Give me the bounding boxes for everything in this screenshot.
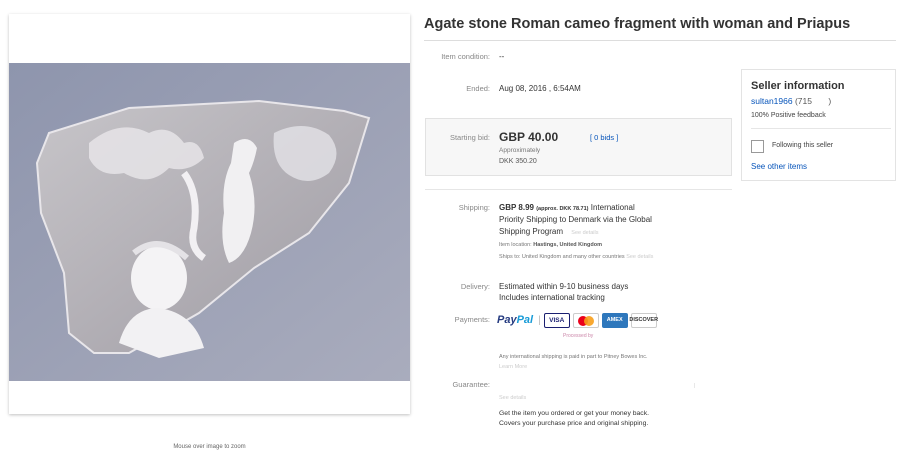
item-location: Item location: Hastings, United Kingdom xyxy=(499,240,602,250)
shipping-line-3: Shipping Program See details xyxy=(499,227,599,238)
seller-name-line: sultan1966 (715 ) xyxy=(751,96,831,106)
visa-icon: VISA xyxy=(543,312,570,328)
follow-seller-checkbox[interactable] xyxy=(751,140,764,153)
item-location-value: Hastings, United Kingdom xyxy=(533,242,602,248)
title-divider xyxy=(424,40,896,41)
zoom-hint: Mouse over image to zoom xyxy=(173,444,246,450)
seller-score-close: ) xyxy=(828,96,832,106)
shipping-text-1: International xyxy=(590,203,635,212)
mastercard-icon xyxy=(572,312,599,328)
shipping-text-2: Priority Shipping to Denmark via the Glo… xyxy=(499,215,652,224)
guarantee-label: Guarantee: xyxy=(452,380,490,389)
shipping-cost: GBP 8.99 xyxy=(499,203,534,212)
learn-more-link[interactable]: Learn More xyxy=(499,362,527,372)
ships-to-text: Ships to: United Kingdom and many other … xyxy=(499,254,625,260)
bid-count-link[interactable]: [ 0 bids ] xyxy=(590,133,618,143)
item-photo[interactable] xyxy=(9,63,410,381)
condition-value: -- xyxy=(499,52,505,61)
guarantee-see-details[interactable]: See details xyxy=(499,393,526,403)
discover-icon: DISCOVER xyxy=(629,312,658,328)
delivery-label: Delivery: xyxy=(460,282,490,291)
shipping-approx: (approx. DKK 78.71) xyxy=(536,206,589,212)
seller-name-link[interactable]: sultan1966 xyxy=(751,96,793,106)
cameo-image xyxy=(9,63,410,381)
condition-label: Item condition: xyxy=(441,52,490,61)
guarantee-line-1: Get the item you ordered or get your mon… xyxy=(499,410,649,417)
guarantee-separator: | xyxy=(694,383,696,389)
amex-icon: AMEX xyxy=(601,312,628,328)
paypal-logo: PayPal xyxy=(497,314,534,326)
seller-title: Seller information xyxy=(751,80,845,92)
approx-value: DKK 350.20 xyxy=(499,158,537,165)
bid-box xyxy=(425,118,732,176)
starting-bid-label: Starting bid: xyxy=(449,133,490,142)
shipping-label: Shipping: xyxy=(458,203,490,212)
approx-label: Approximately xyxy=(499,147,541,154)
delivery-line-2: Includes international tracking xyxy=(499,293,605,302)
follow-seller-label[interactable]: Following this seller xyxy=(772,142,833,149)
item-location-label: Item location: xyxy=(499,242,532,248)
ended-label: Ended: xyxy=(466,84,490,93)
shipping-text-3: Shipping Program xyxy=(499,227,564,236)
ships-to: Ships to: United Kingdom and many other … xyxy=(499,252,653,262)
item-title: Agate stone Roman cameo fragment with wo… xyxy=(424,16,851,32)
ended-value: Aug 08, 2016 , 6:54AM xyxy=(499,84,581,93)
seller-score[interactable]: (715 xyxy=(795,96,812,106)
seller-divider xyxy=(751,128,891,129)
seller-info-box: Seller information sultan1966 (715 ) 100… xyxy=(741,69,896,181)
guarantee-line-2: Covers your purchase price and original … xyxy=(499,420,649,427)
starting-bid-price: GBP 40.00 xyxy=(499,130,559,144)
item-image-card xyxy=(9,14,410,414)
payment-logos: PayPal | VISA AMEX DISCOVER xyxy=(497,310,658,330)
payments-note: Any international shipping is paid in pa… xyxy=(499,354,648,360)
payment-separator: | xyxy=(538,314,541,326)
shipping-see-details[interactable]: See details xyxy=(571,230,598,236)
delivery-line-1: Estimated within 9-10 business days xyxy=(499,282,629,291)
payments-label: Payments: xyxy=(454,315,490,324)
ships-to-details-link[interactable]: See details xyxy=(626,254,653,260)
seller-feedback: 100% Positive feedback xyxy=(751,112,826,119)
shipping-line-1: GBP 8.99 (approx. DKK 78.71) Internation… xyxy=(499,203,635,214)
processed-by: Processed by xyxy=(563,333,594,339)
see-other-items-link[interactable]: See other items xyxy=(751,162,807,171)
